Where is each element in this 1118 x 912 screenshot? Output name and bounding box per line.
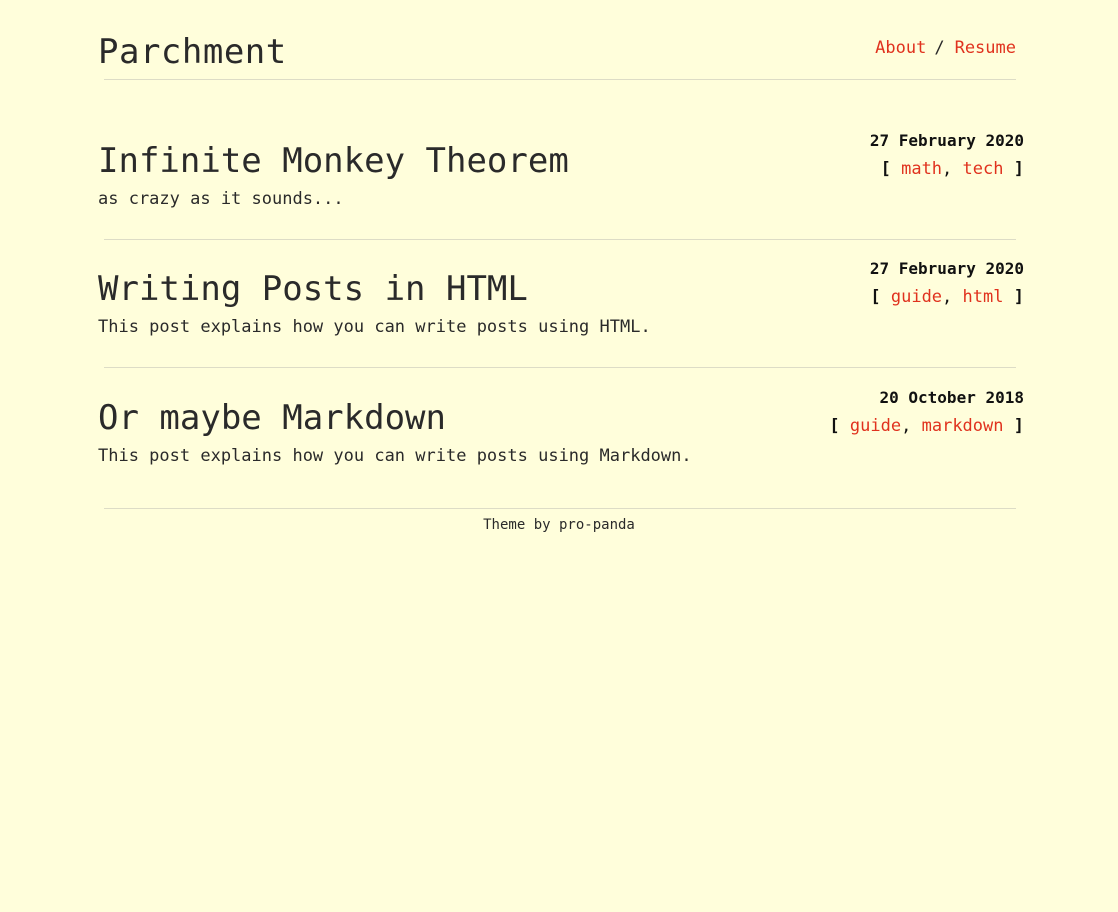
post-title-link[interactable]: Or maybe Markdown xyxy=(98,398,446,438)
tag-bracket-close: ] xyxy=(1013,416,1024,436)
page: Parchment About / Resume Infinite Monkey T… xyxy=(0,0,1118,912)
nav-link-about[interactable]: About xyxy=(875,38,926,58)
tag-comma: , xyxy=(942,159,953,179)
post-excerpt: as crazy as it sounds... xyxy=(98,189,344,209)
post-divider xyxy=(104,239,1016,240)
post-meta: 27 February 2020 [ math, tech ] xyxy=(870,127,1024,183)
tag-bracket-open: [ xyxy=(870,287,881,307)
post-tags: [ guide, markdown ] xyxy=(829,412,1024,440)
post-date: 20 October 2018 xyxy=(879,388,1025,407)
post-item: Infinite Monkey Theorem as crazy as it s… xyxy=(98,131,1024,241)
post-date: 27 February 2020 xyxy=(869,131,1024,150)
post-tags: [ math, tech ] xyxy=(870,155,1024,183)
post-item: Or maybe Markdown This post explains how… xyxy=(98,388,1024,498)
site-title-link[interactable]: Parchment xyxy=(98,32,287,72)
tag-link[interactable]: guide xyxy=(850,416,901,436)
post-title-link[interactable]: Infinite Monkey Theorem xyxy=(98,141,569,181)
tag-link[interactable]: markdown xyxy=(922,416,1004,436)
footer-credit-prefix: Theme by xyxy=(483,517,551,533)
tag-bracket-open: [ xyxy=(829,416,840,436)
tag-link[interactable]: math xyxy=(901,159,942,179)
post-meta: 27 February 2020 [ guide, html ] xyxy=(870,255,1024,311)
header-divider xyxy=(104,79,1016,80)
site-header: Parchment About / Resume xyxy=(98,30,1016,78)
nav-separator: / xyxy=(934,38,945,58)
post-excerpt: This post explains how you can write pos… xyxy=(98,446,692,466)
post-excerpt: This post explains how you can write pos… xyxy=(98,317,651,337)
post-date: 27 February 2020 xyxy=(869,259,1024,278)
tag-link[interactable]: tech xyxy=(963,159,1004,179)
post-meta: 20 October 2018 [ guide, markdown ] xyxy=(829,384,1024,440)
post-item: Writing Posts in HTML This post explains… xyxy=(98,259,1024,369)
footer-divider xyxy=(104,508,1016,509)
tag-link[interactable]: guide xyxy=(891,287,942,307)
post-tags: [ guide, html ] xyxy=(870,283,1024,311)
site-footer: Theme by pro-panda xyxy=(0,515,1118,535)
tag-comma: , xyxy=(901,416,912,436)
tag-bracket-close: ] xyxy=(1013,287,1024,307)
tag-bracket-close: ] xyxy=(1013,159,1024,179)
tag-comma: , xyxy=(942,287,953,307)
tag-bracket-open: [ xyxy=(880,159,891,179)
tag-link[interactable]: html xyxy=(963,287,1004,307)
nav-link-resume[interactable]: Resume xyxy=(955,38,1016,58)
post-title-link[interactable]: Writing Posts in HTML xyxy=(98,269,528,309)
footer-author-link[interactable]: pro-panda xyxy=(559,517,635,533)
top-nav: About / Resume xyxy=(875,36,1016,60)
post-divider xyxy=(104,367,1016,368)
